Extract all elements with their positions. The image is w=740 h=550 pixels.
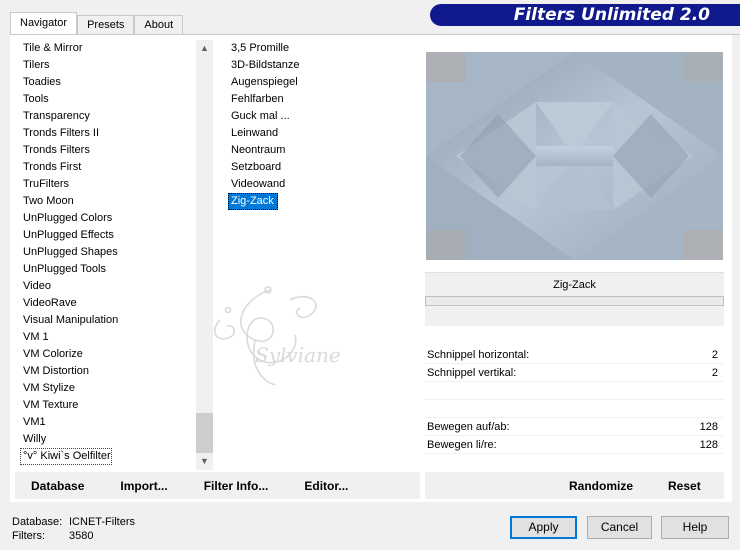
filter-item[interactable]: Augenspiegel — [228, 74, 298, 91]
param-value: 128 — [699, 421, 718, 433]
category-item[interactable]: VM Texture — [20, 397, 195, 414]
param-schnippel-vertikal[interactable]: Schnippel vertikal: 2 — [425, 364, 724, 382]
database-value: ICNET-Filters — [69, 516, 135, 528]
filters-count-value: 3580 — [69, 530, 94, 542]
category-scrollbar[interactable]: ▲ ▼ — [196, 40, 213, 470]
category-item[interactable]: Tilers — [20, 57, 195, 74]
randomize-button[interactable]: Randomize — [569, 479, 633, 493]
category-item[interactable]: Video — [20, 278, 195, 295]
import-button[interactable]: Import... — [120, 479, 167, 493]
param-empty-slot — [425, 400, 724, 418]
category-item[interactable]: TruFilters — [20, 176, 195, 193]
parameter-area: Schnippel horizontal: 2 Schnippel vertik… — [425, 346, 724, 454]
category-item[interactable]: UnPlugged Colors — [20, 210, 195, 227]
filter-item[interactable]: Guck mal ... — [228, 108, 290, 125]
database-button[interactable]: Database — [31, 479, 84, 493]
preview-filter-name: Zig-Zack — [425, 272, 724, 296]
preview-image — [426, 52, 723, 260]
filter-info-area: Zig-Zack — [425, 272, 724, 326]
param-bewegen-auf-ab[interactable]: Bewegen auf/ab: 128 — [425, 418, 724, 436]
category-item[interactable]: Tools — [20, 91, 195, 108]
category-item[interactable]: Tile & Mirror — [20, 40, 195, 57]
tab-about[interactable]: About — [134, 15, 184, 35]
scrollbar-thumb[interactable] — [196, 413, 213, 453]
category-item[interactable]: UnPlugged Tools — [20, 261, 195, 278]
category-item[interactable]: VM Stylize — [20, 380, 195, 397]
zigzag-preview-graphic — [426, 52, 723, 260]
app-title: Filters Unlimited 2.0 — [513, 5, 710, 25]
param-label: Bewegen auf/ab: — [427, 421, 510, 433]
param-label: Bewegen li/re: — [427, 439, 497, 451]
category-item[interactable]: VM Distortion — [20, 363, 195, 380]
apply-button[interactable]: Apply — [510, 516, 577, 539]
category-item[interactable]: UnPlugged Shapes — [20, 244, 195, 261]
info-strip — [425, 306, 724, 326]
filter-info-button[interactable]: Filter Info... — [204, 479, 269, 493]
tab-navigator[interactable]: Navigator — [10, 12, 78, 35]
category-item[interactable]: Tronds Filters — [20, 142, 195, 159]
category-item[interactable]: Tronds First — [20, 159, 195, 176]
param-label: Schnippel vertikal: — [427, 367, 517, 379]
category-item[interactable]: VM 1 — [20, 329, 195, 346]
category-item[interactable]: VM Colorize — [20, 346, 195, 363]
preview-toolbar: Randomize Reset — [425, 472, 724, 499]
filters-count-label: Filters: — [12, 530, 45, 542]
tab-bar: Navigator Presets About — [10, 12, 184, 35]
category-item[interactable]: Toadies — [20, 74, 195, 91]
category-item[interactable]: VideoRave — [20, 295, 195, 312]
filter-item[interactable]: 3D-Bildstanze — [228, 57, 299, 74]
scroll-up-icon[interactable]: ▲ — [196, 40, 213, 57]
title-banner: Filters Unlimited 2.0 — [430, 4, 740, 26]
help-button[interactable]: Help — [661, 516, 729, 539]
filter-list[interactable]: 3,5 Promille 3D-Bildstanze Augenspiegel Feh… — [228, 40, 408, 210]
param-schnippel-horizontal[interactable]: Schnippel horizontal: 2 — [425, 346, 724, 364]
category-item[interactable]: Transparency — [20, 108, 195, 125]
param-label: Schnippel horizontal: — [427, 349, 530, 361]
progress-strip — [425, 296, 724, 306]
status-area: Database: ICNET-Filters Filters: 3580 — [12, 515, 135, 543]
filter-item[interactable]: Neontraum — [228, 142, 285, 159]
editor-button[interactable]: Editor... — [304, 479, 348, 493]
database-label: Database: — [12, 516, 63, 528]
category-item[interactable]: Visual Manipulation — [20, 312, 195, 329]
filter-item[interactable]: 3,5 Promille — [228, 40, 289, 57]
category-item[interactable]: Tronds Filters II — [20, 125, 195, 142]
category-item[interactable]: VM1 — [20, 414, 195, 431]
param-value: 2 — [711, 349, 718, 361]
param-value: 128 — [699, 439, 718, 451]
param-value: 2 — [711, 367, 718, 379]
filter-item[interactable]: Fehlfarben — [228, 91, 284, 108]
filter-item[interactable]: Videowand — [228, 176, 285, 193]
filter-item[interactable]: Leinwand — [228, 125, 278, 142]
category-item[interactable]: Two Moon — [20, 193, 195, 210]
param-bewegen-li-re[interactable]: Bewegen li/re: 128 — [425, 436, 724, 454]
param-empty-slot — [425, 382, 724, 400]
filter-item[interactable]: Setzboard — [228, 159, 281, 176]
reset-button[interactable]: Reset — [668, 479, 701, 493]
category-item[interactable]: Willy — [20, 431, 195, 448]
scroll-down-icon[interactable]: ▼ — [196, 453, 213, 470]
tab-presets[interactable]: Presets — [77, 15, 135, 35]
category-item[interactable]: UnPlugged Effects — [20, 227, 195, 244]
navigator-toolbar: Database Import... Filter Info... Editor… — [15, 472, 420, 499]
cancel-button[interactable]: Cancel — [587, 516, 652, 539]
category-item[interactable]: °v° Kiwi`s Oelfilter — [20, 448, 112, 465]
filter-item[interactable]: Zig-Zack — [228, 193, 278, 210]
category-list[interactable]: Tile & Mirror Tilers Toadies Tools Transpare… — [20, 40, 195, 465]
